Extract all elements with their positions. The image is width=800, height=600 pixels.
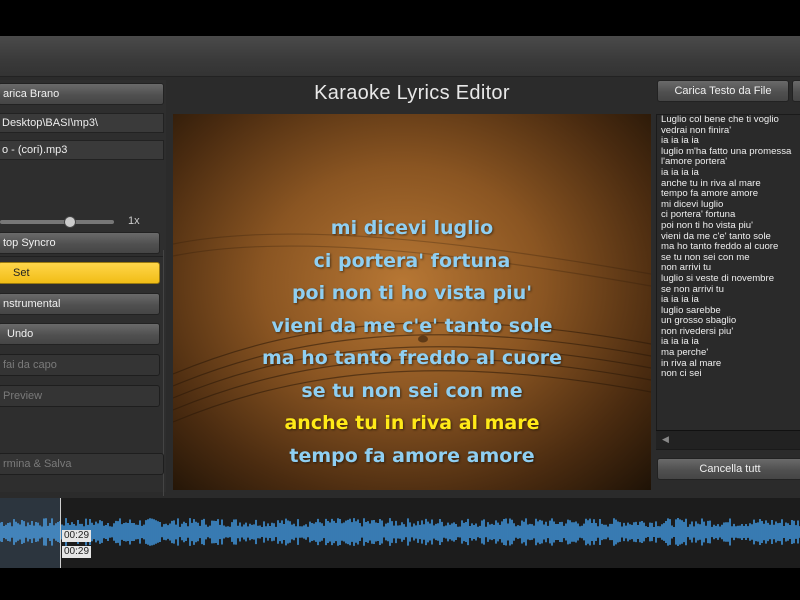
undo-button[interactable]: Undo	[0, 323, 160, 345]
instrumental-button[interactable]: nstrumental	[0, 293, 160, 315]
clear-all-button[interactable]: Cancella tutt	[657, 458, 800, 480]
lyric-line: se tu non sei con me	[301, 379, 523, 402]
text-editor-line: ia ia ia ia	[661, 166, 699, 178]
scroll-left-icon[interactable]: ◀	[662, 434, 669, 445]
app-title: Karaoke Lyrics Editor	[314, 82, 510, 104]
speed-slider[interactable]	[0, 220, 114, 224]
speed-slider-thumb[interactable]	[64, 216, 76, 228]
lyric-line-active: anche tu in riva al mare	[284, 412, 540, 434]
left-panel: arica Brano Desktop\BASI\mp3\ o - (cori)…	[0, 80, 166, 496]
speed-label: 1x	[128, 215, 140, 227]
folder-path-field[interactable]: Desktop\BASI\mp3\	[0, 113, 164, 133]
lyric-line: ma ho tanto freddo al cuore	[261, 347, 563, 369]
app-window: arica Brano Desktop\BASI\mp3\ o - (cori)…	[0, 36, 800, 568]
lyric-line: vieni da me c'e' tanto sole	[271, 314, 553, 337]
extra-button[interactable]	[792, 80, 800, 102]
lyric-line: tempo fa amore amore	[289, 444, 535, 467]
text-editor-line: luglio si veste di novembre	[661, 272, 775, 284]
text-editor-line: non ci sei	[661, 368, 702, 380]
waveform	[0, 498, 800, 568]
preview-button[interactable]: Preview	[0, 385, 160, 407]
lyric-line: poi non ti ho vista piu'	[291, 282, 533, 304]
set-button[interactable]: Set	[0, 262, 160, 284]
lyrics-text-editor[interactable]: Luglio col bene che ti voglio vedrai non …	[656, 114, 800, 450]
file-name-field[interactable]: o - (cori).mp3	[0, 140, 164, 160]
load-text-button[interactable]: Carica Testo da File	[657, 80, 789, 102]
time-label-top: 00:29	[62, 530, 92, 542]
horizontal-scrollbar[interactable]: ◀	[656, 430, 800, 449]
lyric-line: mi dicevi luglio	[330, 217, 494, 239]
lyric-line: ci portera' fortuna	[313, 249, 511, 272]
lyrics-preview: mi dicevi luglio ci portera' fortuna poi…	[173, 114, 651, 490]
restart-button[interactable]: fai da capo	[0, 354, 160, 376]
letterbox-top	[0, 0, 800, 36]
title-bar	[0, 36, 800, 77]
finish-save-button[interactable]: rmina & Salva	[0, 453, 164, 475]
text-editor-line: Luglio col bene che ti voglio	[661, 114, 779, 125]
letterbox-bottom	[0, 568, 800, 600]
divider	[0, 256, 164, 257]
lyrics-lines: mi dicevi luglio ci portera' fortuna poi…	[173, 212, 651, 472]
time-label-bottom: 00:29	[62, 546, 92, 558]
text-editor-line: poi non ti ho vista piu'	[661, 219, 753, 231]
load-song-button[interactable]: arica Brano	[0, 83, 164, 105]
playhead-marker[interactable]	[60, 498, 61, 568]
waveform-timeline[interactable]: 00:29 00:29	[0, 498, 800, 568]
stop-sync-button[interactable]: top Syncro	[0, 232, 160, 254]
